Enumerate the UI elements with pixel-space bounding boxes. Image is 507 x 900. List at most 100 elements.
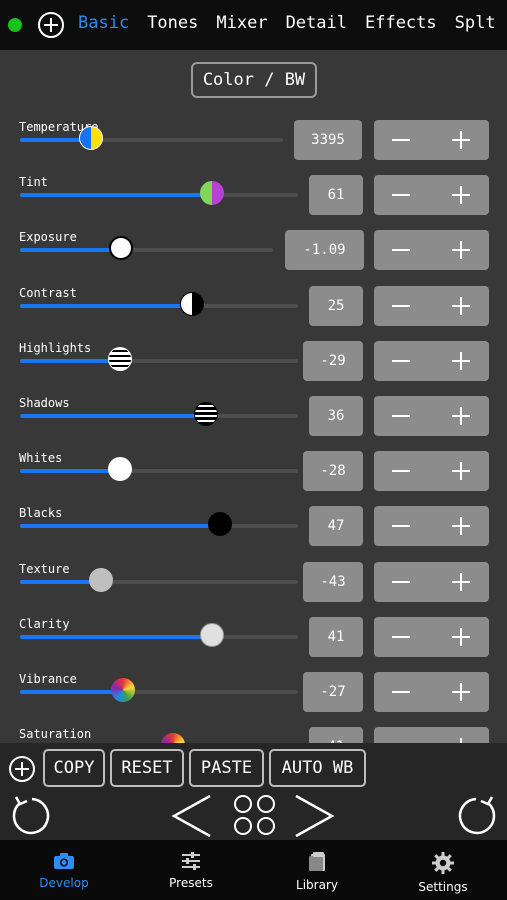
slider-track[interactable] (20, 304, 298, 308)
plus-icon[interactable] (452, 297, 470, 315)
slider-track[interactable] (20, 193, 298, 197)
value-field[interactable]: -43 (303, 562, 363, 602)
plus-icon[interactable] (452, 573, 470, 591)
slider-track[interactable] (20, 635, 298, 639)
plus-icon[interactable] (452, 517, 470, 535)
slider-row-vibrance: Vibrance -27 (0, 672, 507, 727)
slider-handle[interactable] (208, 512, 233, 536)
slider-row-texture: Texture -43 (0, 562, 507, 617)
tab-basic[interactable]: Basic (78, 13, 129, 33)
minus-icon[interactable] (392, 470, 410, 472)
plus-icon[interactable] (452, 407, 470, 425)
paste-button[interactable]: PASTE (189, 749, 264, 787)
slider-row-clarity: Clarity 41 (0, 617, 507, 672)
value-field[interactable]: 3395 (294, 120, 362, 160)
nav-presets[interactable]: Presets (136, 848, 246, 898)
value-field[interactable]: -1.09 (285, 230, 364, 270)
nav-library[interactable]: Library (262, 848, 372, 898)
next-photo-icon[interactable] (292, 793, 336, 839)
plus-icon[interactable] (452, 241, 470, 259)
tab-split[interactable]: Splt (455, 13, 496, 33)
slider-handle[interactable] (160, 733, 185, 743)
color-bw-toggle-button[interactable]: Color / BW (191, 62, 317, 98)
tab-mixer[interactable]: Mixer (216, 13, 267, 33)
slider-label: Blacks (19, 506, 63, 520)
slider-handle[interactable] (88, 568, 113, 592)
plus-icon[interactable] (452, 628, 470, 646)
plus-icon[interactable] (452, 462, 470, 480)
value-field[interactable]: 41 (309, 727, 363, 743)
slider-track[interactable] (20, 248, 273, 252)
adjustments-panel: Color / BW Temperature 3395 Tint 61 Exposure… (0, 50, 507, 743)
minus-icon[interactable] (392, 305, 410, 307)
slider-label: Shadows (19, 396, 70, 410)
nav-develop[interactable]: Develop (9, 848, 119, 898)
slider-handle[interactable] (199, 181, 224, 205)
slider-row-exposure: Exposure -1.09 (0, 230, 507, 285)
slider-handle[interactable] (199, 623, 224, 647)
slider-handle[interactable] (79, 126, 103, 150)
tab-effects[interactable]: Effects (365, 13, 437, 33)
copy-button[interactable]: COPY (43, 749, 105, 787)
slider-track[interactable] (20, 469, 298, 473)
slider-track[interactable] (20, 524, 298, 528)
status-indicator (8, 18, 22, 32)
minus-icon[interactable] (392, 139, 410, 141)
slider-handle[interactable] (109, 236, 134, 260)
add-icon[interactable] (9, 756, 35, 782)
value-stepper (374, 396, 489, 436)
value-stepper (374, 617, 489, 657)
slider-fill (20, 469, 121, 473)
slider-handle[interactable] (108, 347, 133, 371)
plus-icon[interactable] (452, 352, 470, 370)
minus-icon[interactable] (392, 581, 410, 583)
slider-fill (20, 414, 207, 418)
value-field[interactable]: 25 (309, 286, 363, 326)
tab-detail[interactable]: Detail (286, 13, 347, 33)
minus-icon[interactable] (392, 249, 410, 251)
slider-track[interactable] (20, 138, 283, 142)
minus-icon[interactable] (392, 636, 410, 638)
slider-label: Highlights (19, 341, 92, 355)
minus-icon[interactable] (392, 525, 410, 527)
value-stepper (374, 230, 489, 270)
nav-library-label: Library (296, 878, 338, 892)
books-icon (309, 852, 325, 871)
slider-row-temperature: Temperature 3395 (0, 120, 507, 175)
plus-icon[interactable] (452, 683, 470, 701)
value-field[interactable]: 47 (309, 506, 363, 546)
plus-icon[interactable] (452, 186, 470, 204)
nav-settings[interactable]: Settings (388, 848, 498, 898)
reset-button[interactable]: RESET (110, 749, 184, 787)
slider-track[interactable] (20, 690, 298, 694)
value-field[interactable]: 41 (309, 617, 363, 657)
value-field[interactable]: -29 (303, 341, 363, 381)
minus-icon[interactable] (392, 415, 410, 417)
plus-icon[interactable] (452, 131, 470, 149)
minus-icon[interactable] (392, 194, 410, 196)
previous-photo-icon[interactable] (170, 793, 214, 839)
auto-wb-button[interactable]: AUTO WB (269, 749, 366, 787)
value-stepper (374, 506, 489, 546)
slider-handle[interactable] (180, 292, 205, 316)
redo-icon[interactable] (450, 793, 502, 837)
grid-view-icon[interactable] (232, 795, 278, 837)
slider-track[interactable] (20, 580, 298, 584)
slider-track[interactable] (20, 359, 298, 363)
undo-icon[interactable] (6, 793, 58, 837)
slider-handle[interactable] (110, 678, 135, 702)
value-field[interactable]: -27 (303, 672, 363, 712)
slider-row-tint: Tint 61 (0, 175, 507, 230)
minus-icon[interactable] (392, 691, 410, 693)
tab-tones[interactable]: Tones (147, 13, 198, 33)
slider-handle[interactable] (194, 402, 219, 426)
slider-track[interactable] (20, 414, 298, 418)
minus-icon[interactable] (392, 360, 410, 362)
slider-fill (20, 690, 123, 694)
nav-develop-label: Develop (39, 876, 89, 890)
value-field[interactable]: -28 (303, 451, 363, 491)
add-icon[interactable] (38, 12, 64, 38)
slider-handle[interactable] (108, 457, 133, 481)
value-field[interactable]: 61 (309, 175, 363, 215)
value-field[interactable]: 36 (309, 396, 363, 436)
